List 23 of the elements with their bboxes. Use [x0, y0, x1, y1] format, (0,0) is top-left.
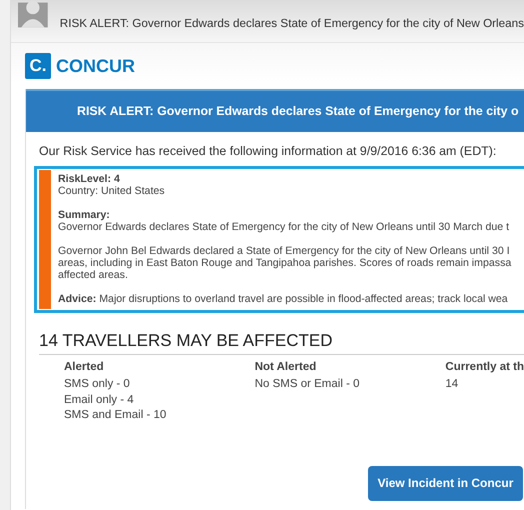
details-line: areas, including in East Baton Rouge and Tangipahoa parishes. Scores of roads remain impassa	[58, 257, 512, 269]
email-subject: RISK ALERT: Governor Edwards declares State of Emergency for the city of New Orleans	[60, 17, 524, 30]
details-line: affected areas.	[58, 269, 129, 281]
travellers-heading: 14 TRAVELLERS MAY BE AFFECTED	[39, 331, 524, 355]
risk-level: RiskLevel: 4	[58, 173, 121, 185]
details-line: Governor John Bel Edwards declared a State of Emergency for the city of New Orleans until 30 I	[58, 245, 511, 257]
country-text: Country: United States	[58, 185, 166, 197]
count-text: No SMS or Email - 0	[254, 377, 361, 392]
column-heading: Currently at th	[445, 361, 524, 373]
logo-icon: C.	[25, 53, 51, 79]
count-text: Email only - 4	[64, 392, 135, 408]
count-text: 14	[445, 377, 460, 392]
brand-name: CONCUR	[56, 56, 135, 76]
count-text: SMS only - 0	[64, 377, 131, 392]
column-heading: Alerted	[64, 361, 105, 373]
advice-text: Advice: Major disruptions to overland travel are possible in flood-affected areas; track local wea	[58, 293, 509, 305]
summary-label: Summary:	[58, 209, 111, 221]
count-text: SMS and Email - 10	[64, 408, 168, 423]
column-heading: Not Alerted	[254, 361, 318, 373]
summary-text: Governor Edwards declares State of Emergency for the city of New Orleans until 30 March due t	[58, 221, 510, 233]
intro-text: Our Risk Service has received the following information at 9/9/2016 6:36 am (EDT):	[38, 143, 498, 160]
alert-banner: RISK ALERT: Governor Edwards declares State of Emergency for the city o	[26, 89, 524, 132]
view-incident-button[interactable]: View Incident in Concur	[368, 466, 523, 500]
